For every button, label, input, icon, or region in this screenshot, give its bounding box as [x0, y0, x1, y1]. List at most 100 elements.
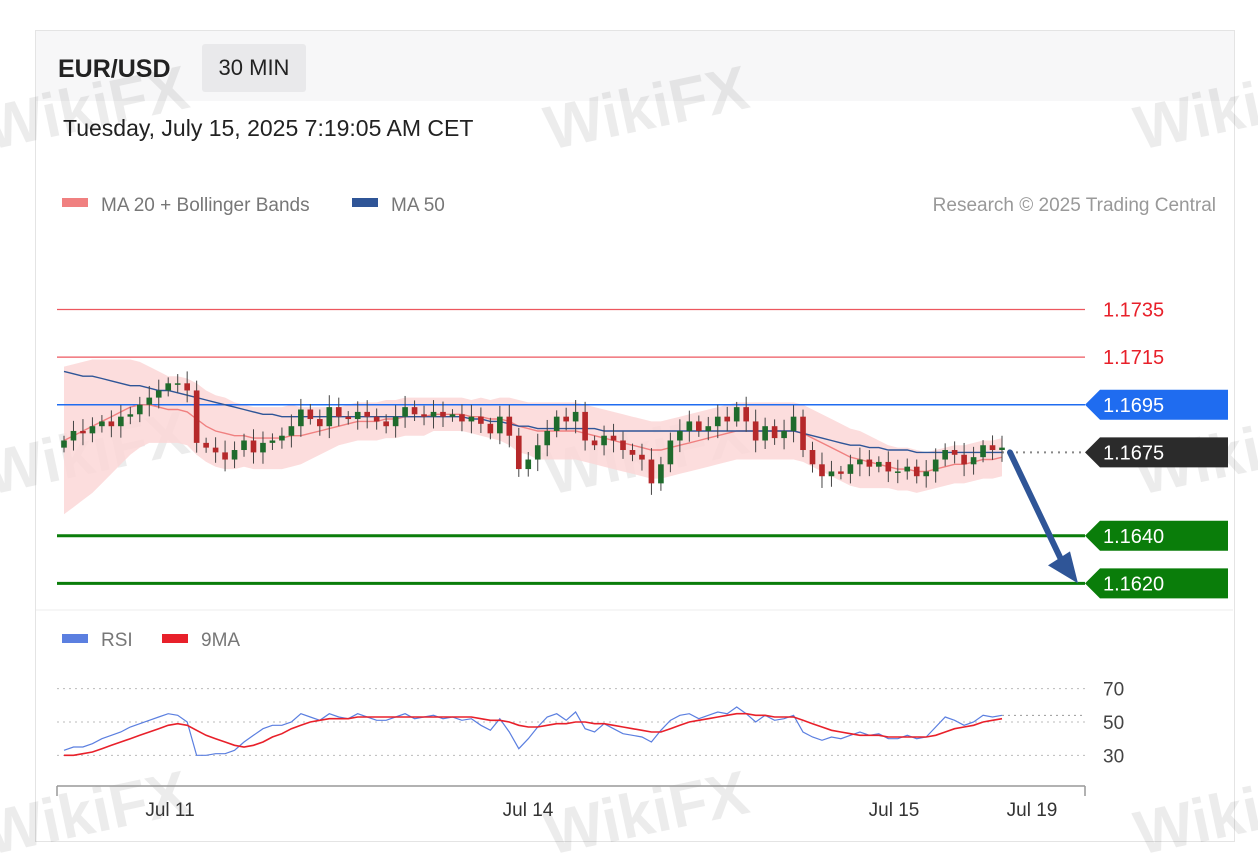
candle-body — [212, 447, 219, 453]
candle-body — [468, 416, 475, 422]
candle-body — [99, 421, 105, 427]
rsi-tick-label: 30 — [1103, 746, 1124, 767]
candle-body — [411, 407, 418, 415]
candle-body — [695, 421, 702, 431]
candle-body — [847, 464, 854, 474]
level-labels-layer: 1.1735 1.1715 1.1695 1.1675 1.1640 1.1620 — [1085, 299, 1228, 599]
candle-body — [383, 421, 389, 427]
rsi-pane: 70 50 30 — [57, 680, 1124, 767]
9ma-line — [64, 712, 1003, 757]
candle-body — [743, 407, 749, 422]
forecast-arrow-shaft — [1007, 449, 1065, 565]
candle-body — [345, 416, 352, 420]
candle-body — [781, 430, 787, 439]
candle-body — [857, 459, 863, 465]
pivot-label: 1.1695 — [1103, 395, 1164, 417]
legend-rsi-label: RSI — [101, 630, 133, 651]
candle-body — [317, 419, 323, 427]
legend-ma20-label: MA 20 + Bollinger Bands — [101, 195, 310, 216]
candle-body — [563, 416, 569, 422]
candle-body — [61, 440, 67, 448]
rsi-line — [63, 706, 1003, 756]
bollinger-band — [64, 359, 1002, 515]
candle-body — [752, 421, 759, 441]
candle-body — [497, 416, 503, 434]
candle-body — [989, 445, 996, 451]
candle-body — [648, 459, 655, 484]
candle-body — [828, 471, 835, 477]
candle-body — [771, 426, 778, 439]
candle-body — [459, 414, 465, 422]
x-tick-label: Jul 11 — [145, 800, 194, 821]
candle-body — [534, 445, 541, 460]
candle-body — [876, 461, 882, 467]
candle-body — [885, 461, 892, 472]
candle-body — [118, 416, 124, 427]
legend-swatch-9ma — [162, 634, 188, 643]
watermark-text: WikiFX — [539, 758, 755, 862]
candle-body — [70, 430, 77, 441]
candle-body — [762, 426, 768, 441]
candle-body — [373, 416, 380, 422]
candle-body — [421, 414, 427, 417]
candle-body — [165, 383, 172, 391]
candle-body — [525, 459, 532, 470]
candle-body — [667, 440, 674, 465]
candle-body — [260, 442, 266, 453]
candle-body — [440, 411, 446, 417]
chart-canvas: WikiFXWikiFXWikiFXWikiFXWikiFXWikiFXWiki… — [0, 53, 1258, 862]
x-tick-label: Jul 15 — [869, 800, 920, 821]
candle-body — [478, 416, 484, 424]
candle-body — [127, 414, 134, 417]
legend-9ma-label: 9MA — [201, 630, 240, 651]
candle-body — [250, 440, 257, 453]
candle-body — [89, 426, 96, 434]
candle-body — [819, 464, 825, 477]
candle-body — [174, 383, 181, 385]
candle-body — [724, 416, 731, 422]
watermark-text: WikiFX — [539, 53, 755, 163]
candle-body — [203, 442, 209, 448]
candle-body — [222, 452, 228, 460]
candle-body — [999, 447, 1005, 451]
candle-body — [241, 440, 247, 451]
watermark-text: WikiFX — [0, 53, 195, 163]
candle-body — [951, 450, 958, 455]
candle-body — [335, 407, 342, 417]
legend-swatch-ma20 — [62, 198, 88, 207]
candle-body — [515, 435, 522, 470]
candle-body — [184, 383, 190, 391]
watermark-text: WikiFX — [1129, 758, 1258, 862]
candle-body — [620, 440, 626, 451]
candle-body — [326, 407, 333, 427]
resistance-label: 1.1735 — [1103, 299, 1164, 321]
candle-body — [658, 464, 664, 484]
candle-body — [553, 416, 560, 431]
candle-body — [714, 416, 721, 427]
candle-body — [591, 440, 598, 446]
candle-body — [449, 414, 456, 417]
watermark-text: WikiFX — [1129, 53, 1258, 163]
candle-body — [809, 450, 816, 465]
candle-body — [942, 450, 948, 460]
candle-body — [894, 471, 901, 473]
rsi-tick-label: 70 — [1103, 680, 1124, 701]
candle-body — [108, 421, 115, 427]
candle-body — [904, 466, 911, 472]
bollinger-band-layer — [64, 359, 1002, 515]
rsi-tick-label: 50 — [1103, 713, 1124, 734]
support-label: 1.1620 — [1103, 573, 1164, 595]
candle-body — [838, 471, 844, 474]
candle-body — [961, 454, 967, 465]
candle-body — [231, 450, 238, 460]
forecast-arrow-head — [1048, 551, 1078, 584]
candle-body — [80, 430, 86, 434]
candle-body — [629, 450, 636, 455]
candle-body — [733, 407, 740, 422]
candle-body — [639, 454, 645, 460]
candle-body — [506, 416, 513, 436]
x-tick-label: Jul 19 — [1007, 800, 1058, 821]
candle-body — [610, 435, 617, 441]
candle-body — [582, 411, 588, 441]
candle-body — [279, 435, 285, 441]
